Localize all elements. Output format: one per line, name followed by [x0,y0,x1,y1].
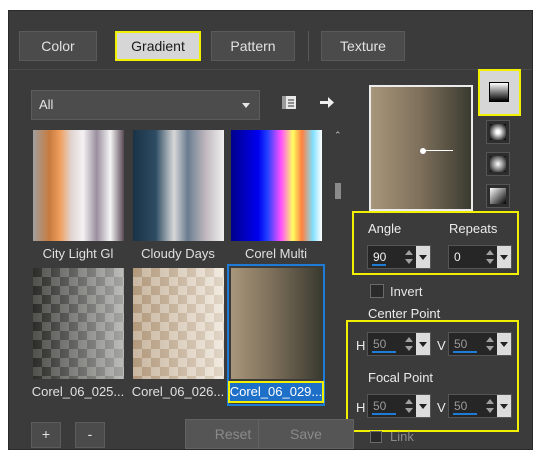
angle-spinbox[interactable]: 90 [367,245,431,269]
chevron-down-icon [500,255,508,260]
swatch-preview [231,268,322,379]
scrollbar-thumb[interactable] [335,183,341,199]
style-sunburst-button[interactable] [486,152,510,176]
swatch-label: Cloudy Days [141,246,215,261]
chevron-down-icon [500,404,508,409]
invert-checkbox[interactable] [370,284,384,298]
swatch-label: Corel_06_029... [228,381,324,403]
tab-gradient[interactable]: Gradient [115,31,201,61]
angle-label: Angle [368,221,402,236]
focal-h-level-bar [372,413,396,415]
library-dropdown[interactable]: All [31,90,260,120]
resource-library-icon[interactable] [281,95,297,110]
repeats-label: Repeats [449,221,498,236]
angle-value: 90 [373,250,387,264]
remove-button[interactable]: - [75,422,105,448]
swatch-item[interactable]: City Light Gl [31,128,125,266]
sunburst-gradient-icon [490,156,506,172]
spin-arrows-icon[interactable] [485,397,495,415]
arrow-right-icon[interactable] [319,95,335,110]
style-radial-button[interactable] [486,184,510,208]
material-properties-panel: Color Gradient Pattern Texture All City … [8,10,533,450]
tab-bar: Color Gradient Pattern Texture [9,11,532,71]
linear-gradient-icon [489,82,509,102]
focal-h-label: H [356,400,366,415]
focal-v-level-bar [453,413,477,415]
link-checkbox[interactable] [370,431,382,443]
spin-arrows-icon[interactable] [404,397,414,415]
focal-v-spinbox[interactable]: 50 [448,394,512,418]
angle-level-bar [372,264,386,266]
chevron-down-icon [419,342,427,347]
focal-v-value: 50 [454,399,468,413]
repeats-value: 0 [454,250,461,264]
focal-v-dropdown-button[interactable] [497,395,511,417]
center-h-value: 50 [373,337,387,351]
center-v-level-bar [453,351,477,353]
swatch-label: Corel Multi [244,246,308,261]
spin-arrows-icon[interactable] [404,335,414,353]
chevron-down-icon [419,255,427,260]
repeats-dropdown-button[interactable] [497,246,511,268]
swatch-item[interactable]: Cloudy Days [131,128,225,266]
spin-arrows-icon[interactable] [485,335,495,353]
focal-h-value: 50 [373,399,387,413]
center-h-dropdown-button[interactable] [416,333,430,355]
library-dropdown-value: All [39,97,54,112]
center-h-level-bar [372,351,396,353]
swatch-scrollbar[interactable]: ⌃ [334,131,342,411]
center-point-label: Center Point [368,306,441,321]
swatch-label: City Light Gl [42,246,114,261]
center-v-value: 50 [454,337,468,351]
chevron-down-icon [419,404,427,409]
swatch-item-selected[interactable]: Corel_06_029... [227,264,325,406]
spin-arrows-icon[interactable] [485,248,495,266]
chevron-up-icon[interactable]: ⌃ [334,131,342,140]
rectangular-gradient-icon [490,124,506,140]
link-label: Link [390,429,414,444]
gradient-swatch-grid: City Light Gl Cloudy Days Corel Multi Co… [31,128,333,410]
swatch-preview [133,268,224,379]
add-button[interactable]: + [31,422,61,448]
swatch-item[interactable]: Corel_06_025... [31,266,125,404]
swatch-label: Corel_06_026... [131,384,225,399]
chevron-down-icon [242,103,250,108]
tab-texture[interactable]: Texture [321,31,405,61]
center-v-dropdown-button[interactable] [497,333,511,355]
swatch-item[interactable]: Corel Multi [229,128,323,266]
focal-h-dropdown-button[interactable] [416,395,430,417]
radial-gradient-icon [490,188,506,204]
swatch-preview [33,130,124,241]
center-h-label: H [356,338,366,353]
angle-handle[interactable] [425,150,453,151]
swatch-preview [231,130,322,241]
center-h-spinbox[interactable]: 50 [367,332,431,356]
style-linear-button[interactable] [478,69,521,116]
center-v-label: V [437,338,446,353]
swatch-label: Corel_06_025... [31,384,125,399]
spin-arrows-icon[interactable] [404,248,414,266]
divider [9,69,532,70]
repeats-spinbox[interactable]: 0 [448,245,512,269]
save-button[interactable]: Save [258,419,354,449]
style-rectangular-button[interactable] [486,120,510,144]
invert-label: Invert [390,284,423,299]
focal-v-label: V [437,400,446,415]
gradient-preview[interactable] [369,85,473,211]
center-v-spinbox[interactable]: 50 [448,332,512,356]
focal-h-spinbox[interactable]: 50 [367,394,431,418]
swatch-item[interactable]: Corel_06_026... [131,266,225,404]
angle-dropdown-button[interactable] [416,246,430,268]
tab-separator [308,31,309,61]
tab-pattern[interactable]: Pattern [211,31,295,61]
chevron-down-icon [500,342,508,347]
swatch-preview [33,268,124,379]
swatch-preview [133,130,224,241]
tab-color[interactable]: Color [19,31,97,61]
focal-point-label: Focal Point [368,370,434,385]
